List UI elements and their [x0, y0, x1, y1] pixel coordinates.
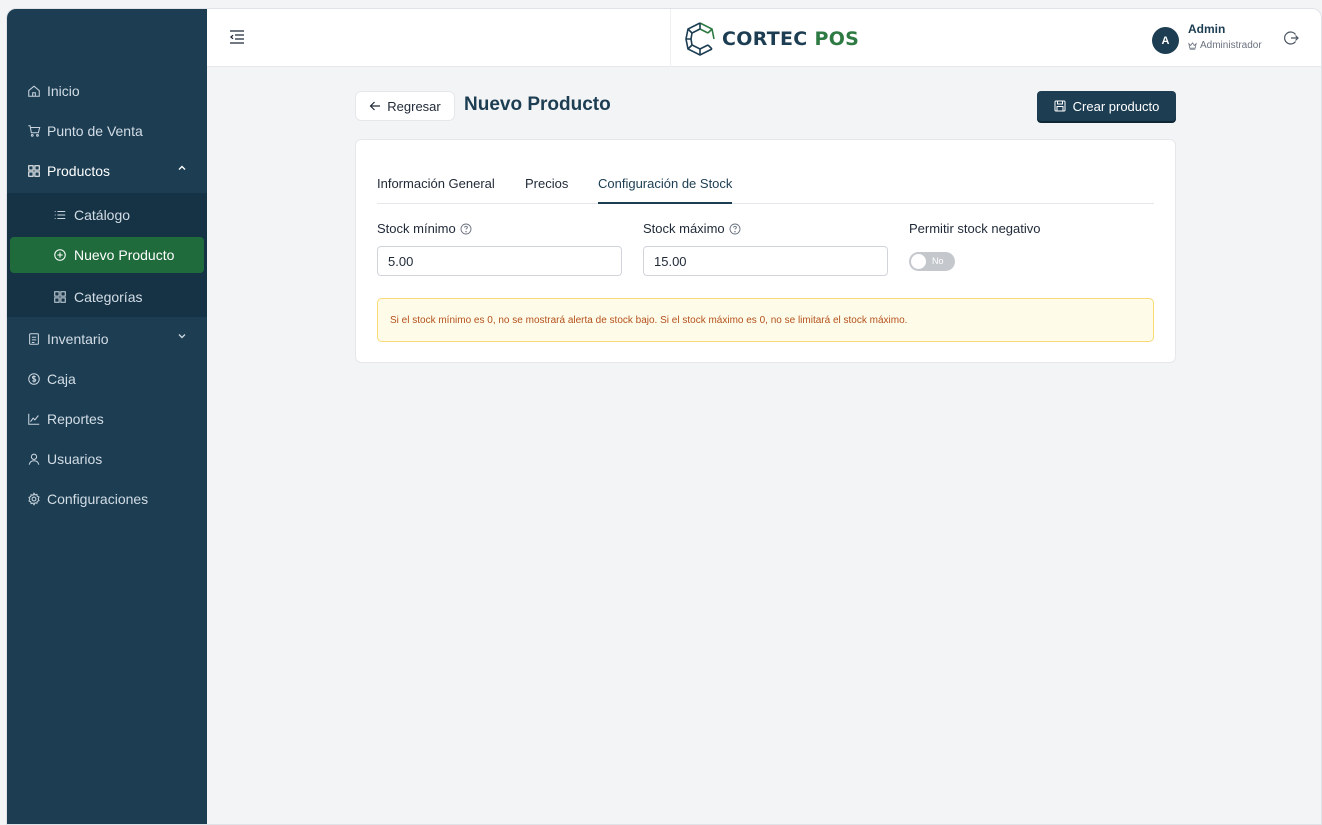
save-icon	[1054, 100, 1066, 112]
dollar-circle-icon	[27, 372, 41, 386]
tab-configuracion-stock[interactable]: Configuración de Stock	[598, 176, 733, 204]
tab-precios[interactable]: Precios	[525, 176, 568, 204]
sidebar: Inicio Punto de Venta Productos Catálogo	[7, 9, 207, 824]
sidebar-subitem-label: Catálogo	[74, 207, 131, 223]
home-icon	[27, 84, 41, 98]
crown-icon	[1188, 42, 1197, 50]
sidebar-item-caja[interactable]: Caja	[7, 359, 207, 399]
cart-icon	[27, 124, 41, 138]
sidebar-item-configuraciones[interactable]: Configuraciones	[7, 479, 207, 519]
grid-icon	[27, 164, 41, 178]
sidebar-subitem-label: Nuevo Producto	[74, 247, 175, 263]
back-button[interactable]: Regresar	[355, 91, 455, 121]
sidebar-item-reportes[interactable]: Reportes	[7, 399, 207, 439]
help-icon[interactable]	[729, 223, 741, 235]
app-logo[interactable]: CORTEC POS	[682, 19, 859, 59]
sidebar-item-label: Productos	[47, 163, 111, 179]
sidebar-subitem-nuevo-producto[interactable]: Nuevo Producto	[10, 237, 204, 273]
list-icon	[53, 208, 67, 222]
sidebar-subitem-catalogo[interactable]: Catálogo	[7, 195, 207, 235]
toggle-state-text: No	[932, 256, 944, 266]
logo-word-2: POS	[814, 28, 860, 50]
stock-max-label-text: Stock máximo	[643, 221, 725, 236]
sidebar-subitem-label: Categorías	[74, 289, 143, 305]
arrow-left-icon	[369, 101, 381, 111]
clipboard-icon	[27, 332, 41, 346]
sidebar-item-label: Reportes	[47, 411, 104, 427]
logout-icon[interactable]	[1283, 30, 1299, 46]
negative-stock-label: Permitir stock negativo	[909, 221, 1041, 236]
toggle-knob	[911, 254, 926, 269]
page-title: Nuevo Producto	[464, 94, 611, 115]
sidebar-item-inicio[interactable]: Inicio	[7, 71, 207, 111]
cortec-logo-icon	[685, 22, 715, 56]
app-logo-text: CORTEC POS	[722, 28, 859, 50]
back-button-label: Regresar	[387, 98, 441, 114]
logo-word-1: CORTEC	[722, 28, 808, 50]
sidebar-item-punto-de-venta[interactable]: Punto de Venta	[7, 111, 207, 151]
create-product-button[interactable]: Crear producto	[1037, 91, 1176, 121]
form-tabs: Información General Precios Configuració…	[377, 174, 1154, 204]
sidebar-item-label: Configuraciones	[47, 491, 149, 507]
user-role: Administrador	[1188, 40, 1262, 51]
negative-stock-toggle[interactable]: No	[909, 252, 955, 271]
stock-min-label: Stock mínimo	[377, 221, 472, 236]
productos-submenu: Catálogo Nuevo Producto Categorías	[7, 193, 207, 317]
sidebar-item-label: Inicio	[47, 83, 80, 99]
chevron-down-icon[interactable]	[177, 331, 187, 341]
logo-divider	[670, 9, 671, 67]
top-bar: CORTEC POS A Admin Administrador	[207, 9, 1321, 67]
stock-info-alert: Si el stock mínimo es 0, no se mostrará …	[377, 298, 1154, 342]
sidebar-item-label: Usuarios	[47, 451, 103, 467]
create-product-label: Crear producto	[1072, 98, 1160, 114]
sidebar-item-label: Punto de Venta	[47, 123, 143, 139]
menu-collapse-icon[interactable]	[229, 29, 245, 45]
chevron-up-icon[interactable]	[177, 163, 187, 173]
avatar[interactable]: A	[1152, 27, 1179, 54]
user-name: Admin	[1188, 22, 1226, 36]
sidebar-subitem-categorias[interactable]: Categorías	[7, 277, 207, 317]
plus-circle-icon	[53, 248, 67, 262]
stock-min-label-text: Stock mínimo	[377, 221, 456, 236]
grid-icon	[53, 290, 67, 304]
user-icon	[27, 452, 41, 466]
chart-line-icon	[27, 412, 41, 426]
sidebar-item-label: Caja	[47, 371, 76, 387]
tab-informacion-general[interactable]: Información General	[377, 176, 495, 204]
sidebar-item-productos[interactable]: Productos	[7, 151, 207, 191]
sidebar-item-inventario[interactable]: Inventario	[7, 319, 207, 359]
gear-icon	[27, 492, 41, 506]
sidebar-item-label: Inventario	[47, 331, 109, 347]
help-icon[interactable]	[460, 223, 472, 235]
user-role-label: Administrador	[1200, 40, 1262, 51]
app-window: Inicio Punto de Venta Productos Catálogo	[6, 8, 1322, 825]
stock-min-input[interactable]: 5.00	[377, 246, 622, 276]
sidebar-item-usuarios[interactable]: Usuarios	[7, 439, 207, 479]
product-form-card: Información General Precios Configuració…	[355, 139, 1176, 363]
stock-max-input[interactable]: 15.00	[643, 246, 888, 276]
stock-max-label: Stock máximo	[643, 221, 741, 236]
